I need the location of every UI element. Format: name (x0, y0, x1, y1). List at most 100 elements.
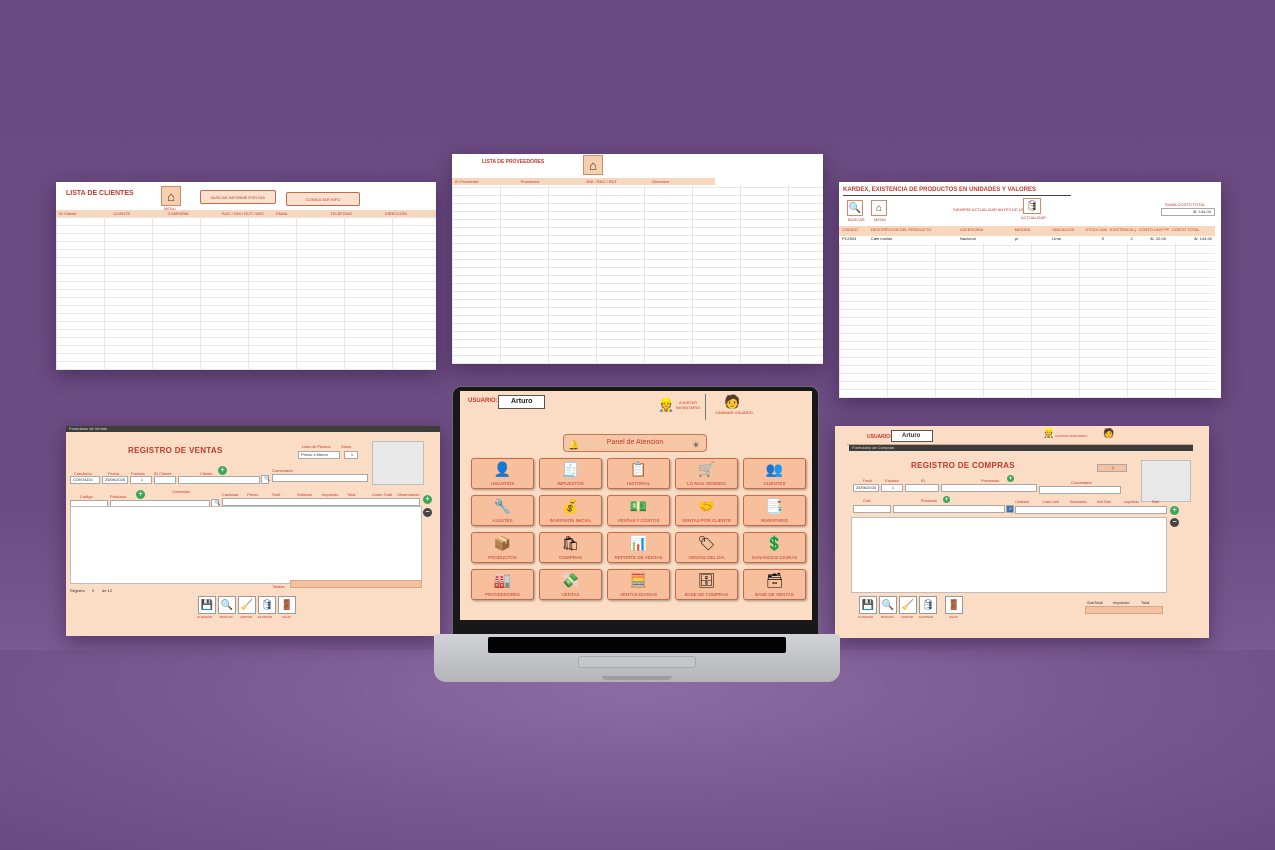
fecha-field[interactable]: 25/06/2025 (102, 476, 128, 484)
exit-button[interactable]: 🚪 (945, 596, 963, 614)
lista-precios-select[interactable]: Precio x Menor (298, 451, 340, 459)
search-button[interactable]: 🔍 (847, 200, 863, 216)
menu-button-base-de-compras[interactable]: 🗄 BASE DE COMPRAS (675, 569, 738, 600)
condicion-select[interactable]: CONTADO (70, 476, 100, 484)
clear-button[interactable]: 🧹 (238, 596, 256, 614)
kardex-title: KARDEX, EXISTENCIA DE PRODUCTOS EN UNIDA… (843, 187, 1037, 193)
cell: Nacional (960, 236, 976, 241)
menu-button-compras[interactable]: 🛍 COMPRAS (539, 532, 602, 563)
kardex-sheet: KARDEX, EXISTENCIA DE PRODUCTOS EN UNIDA… (839, 182, 1221, 398)
menu-button-ganancias-diarias[interactable]: 💲 GANANCIAS DIARIAS (743, 532, 806, 563)
menu-button-label: BASE DE COMPRAS (684, 592, 729, 597)
clientes-grid[interactable] (56, 217, 436, 370)
menu-button-ventas-del-dia[interactable]: 🏷 VENTAS DEL DIA (675, 532, 738, 563)
remove-line-button[interactable]: − (423, 508, 432, 517)
daily-sales-icon: 🧮 (629, 572, 648, 588)
btn-label: GUARDAR (858, 615, 874, 619)
compras-form: USUARIO: Arturo 👷 AJUSTAR INVENTARIO 🧑 F… (835, 426, 1209, 638)
col-label: Precio (247, 492, 259, 497)
exit-button[interactable]: 🚪 (278, 596, 296, 614)
menu-button-impuestos[interactable]: 🧾 IMPUESTOS (539, 458, 602, 489)
change-user-icon[interactable]: 🧑 (1103, 428, 1114, 439)
update-button[interactable]: 🛢 (1023, 198, 1041, 214)
menu-button-proveedores[interactable]: 🏭 PROVEEDORES (471, 569, 534, 600)
search-button[interactable]: 🔍 (218, 596, 236, 614)
ajustar-label: AJUSTAR INVENTARIO (675, 400, 701, 410)
col-header: TELÉFONO (330, 211, 352, 216)
delete-button[interactable]: 🛢 (258, 596, 276, 614)
menu-button-inventario[interactable]: 📑 INVENTARIO (743, 495, 806, 526)
menu-button-usuarios[interactable]: 👤 USUARIOS (471, 458, 534, 489)
add-client-button[interactable]: + (218, 466, 227, 475)
inventory-icon: 📑 (765, 498, 784, 514)
consultar-button[interactable]: CONSULTAR INFO (286, 192, 360, 206)
add-product-button[interactable]: + (943, 496, 950, 503)
search-button[interactable]: 🔍 (879, 596, 897, 614)
menu-button-ventas[interactable]: 💸 VENTAS (539, 569, 602, 600)
home-button[interactable]: ⌂ (871, 200, 887, 216)
fecha-field[interactable]: 25/06/2025 (853, 484, 879, 492)
col-label: Impuesto (322, 492, 339, 497)
broom-icon: 🧹 (240, 599, 254, 611)
id-cliente-select[interactable] (154, 476, 176, 484)
delete-button[interactable]: 🛢 (919, 596, 937, 614)
buscar-label: BUSCAR (848, 217, 865, 222)
menu-button-inversion-inicial[interactable]: 💰 INVERSION INICIAL (539, 495, 602, 526)
ventas-lines-list[interactable] (70, 506, 422, 584)
menu-button-label: VENTAS POR CLIENTE (682, 518, 731, 523)
menu-button-label: COMPRAS (559, 555, 582, 560)
cliente-field[interactable] (178, 476, 260, 484)
compras-lines-list[interactable] (851, 517, 1167, 593)
menu-button-historial[interactable]: 📋 HISTORIAL (607, 458, 670, 489)
product-search-button[interactable]: ⌕ (1006, 505, 1014, 513)
menu-button-ajustes[interactable]: 🔧 AJUSTES (471, 495, 534, 526)
users-icon: 👤 (493, 461, 512, 477)
save-button[interactable]: 💾 (859, 596, 877, 614)
menu-button-clientes[interactable]: 👥 CLIENTES (743, 458, 806, 489)
line-inputs[interactable] (1015, 506, 1167, 514)
kardex-row[interactable]: PC2504 Cafe molido Nacional pr Lima 5 2 … (839, 236, 1215, 243)
menu-button-productos[interactable]: 📦 PRODUCTOS (471, 532, 534, 563)
buscar-informe-button[interactable]: BUSCAR INFORME POR DIA (200, 190, 276, 204)
factura-field[interactable]: 1 (130, 476, 152, 484)
menu-button-reporte-de-ventas[interactable]: 📊 REPORTE DE VENTAS (607, 532, 670, 563)
comentario-field[interactable] (272, 474, 368, 482)
home-icon: ⌂ (167, 188, 175, 204)
cod-select[interactable] (853, 505, 891, 513)
compras-number: 1 (1097, 464, 1127, 472)
home-button[interactable]: ⌂ (161, 186, 181, 206)
menu-button-ventas-por-cliente[interactable]: 🤝 VENTAS POR CLIENTE (675, 495, 738, 526)
client-search-button[interactable]: 🔍 (261, 475, 271, 484)
line-inputs[interactable] (222, 498, 420, 506)
title-underline (843, 195, 1071, 196)
change-user-icon[interactable]: 🧑 (724, 394, 740, 410)
remove-line-button[interactable]: − (1170, 518, 1179, 527)
registro-label: Registro (70, 588, 85, 593)
producto-field[interactable] (893, 505, 1005, 513)
menu-button-ventas-y-costos[interactable]: 💵 VENTAS Y COSTOS (607, 495, 670, 526)
proveedor-field[interactable] (941, 484, 1037, 492)
add-line-button[interactable]: + (423, 495, 432, 504)
menu-button-lo-mas-vendido[interactable]: 🛒 LO MAS VENDIDO (675, 458, 738, 489)
id-select[interactable] (905, 484, 939, 492)
proveedores-title: LISTA DE PROVEEDORES (482, 159, 545, 165)
add-supplier-button[interactable]: + (1007, 475, 1014, 482)
stock-field[interactable]: 1 (344, 451, 358, 459)
magnifier-icon: 🔍 (881, 599, 895, 611)
proveedores-grid[interactable] (452, 185, 823, 364)
menu-button-base-de-ventas[interactable]: 🗃 BASE DE VENTAS (743, 569, 806, 600)
factura-field[interactable]: 1 (881, 484, 903, 492)
add-product-button[interactable]: + (136, 490, 145, 499)
menu-button-ventas-diarias[interactable]: 🧮 VENTAS DIARIAS (607, 569, 670, 600)
save-button[interactable]: 💾 (198, 596, 216, 614)
comentario-field[interactable] (1039, 486, 1121, 494)
adjust-inventory-icon[interactable]: 👷 (658, 397, 674, 413)
search-icon: 🔍 (264, 476, 271, 482)
col-label: Descuento (1069, 500, 1087, 504)
plus-icon: + (1172, 507, 1177, 514)
clear-button[interactable]: 🧹 (899, 596, 917, 614)
add-line-button[interactable]: + (1170, 506, 1179, 515)
home-button[interactable]: ⌂ (583, 155, 603, 175)
kardex-grid[interactable] (839, 243, 1215, 398)
adjust-inventory-icon[interactable]: 👷 (1043, 428, 1054, 439)
